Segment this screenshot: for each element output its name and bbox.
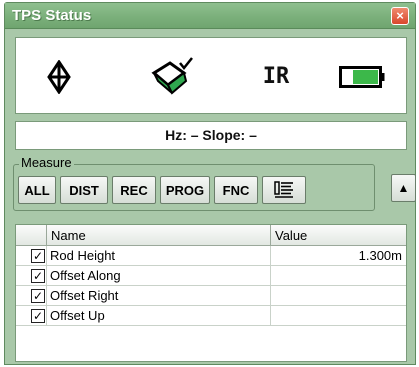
list-settings-icon (274, 180, 294, 201)
scroll-up-button[interactable]: ▲ (391, 174, 416, 202)
column-header-value[interactable]: Value (270, 225, 406, 246)
column-header-name[interactable]: Name (46, 225, 270, 246)
row-name: Rod Height (46, 246, 270, 266)
ir-mode-indicator[interactable]: IR (246, 38, 306, 115)
row-value[interactable] (270, 266, 406, 286)
angle-status-bar: Hz: – Slope: – (15, 121, 407, 150)
row-checkbox[interactable]: ✓ (31, 309, 45, 323)
table-row[interactable]: ✓ Rod Height 1.300m (16, 246, 406, 266)
ir-mode-label: IR (262, 64, 290, 89)
tps-status-window: TPS Status × IR Hz: – Slope: – Measure A… (4, 2, 416, 365)
table-row[interactable]: ✓ Offset Along (16, 266, 406, 286)
all-button[interactable]: ALL (18, 176, 56, 204)
row-value[interactable] (270, 306, 406, 326)
close-button[interactable]: × (391, 7, 409, 25)
fnc-button[interactable]: FNC (214, 176, 258, 204)
row-checkbox[interactable]: ✓ (31, 289, 45, 303)
compensator-level-icon[interactable] (144, 38, 200, 115)
up-arrow-icon: ▲ (397, 181, 410, 195)
title-bar[interactable]: TPS Status × (5, 3, 415, 29)
row-name: Offset Up (46, 306, 270, 326)
window-title: TPS Status (12, 7, 92, 24)
table-header: Name Value (16, 225, 406, 246)
list-settings-button[interactable] (262, 176, 306, 204)
table-row[interactable]: ✓ Offset Up (16, 306, 406, 326)
dist-button[interactable]: DIST (60, 176, 108, 204)
prog-button[interactable]: PROG (160, 176, 210, 204)
row-value[interactable]: 1.300m (270, 246, 406, 266)
parameter-table: Name Value ✓ Rod Height 1.300m ✓ Offset … (15, 224, 407, 362)
row-checkbox[interactable]: ✓ (31, 249, 45, 263)
row-value[interactable] (270, 286, 406, 306)
row-checkbox[interactable]: ✓ (31, 269, 45, 283)
measure-group-label: Measure (19, 155, 74, 170)
status-icon-panel: IR (15, 37, 407, 114)
row-name: Offset Right (46, 286, 270, 306)
rec-button[interactable]: REC (112, 176, 156, 204)
table-row[interactable]: ✓ Offset Right (16, 286, 406, 306)
battery-icon[interactable] (334, 38, 390, 115)
prism-target-icon[interactable] (34, 38, 84, 115)
row-name: Offset Along (46, 266, 270, 286)
measure-group: Measure ALL DIST REC PROG FNC (13, 155, 375, 211)
close-icon: × (396, 8, 404, 23)
